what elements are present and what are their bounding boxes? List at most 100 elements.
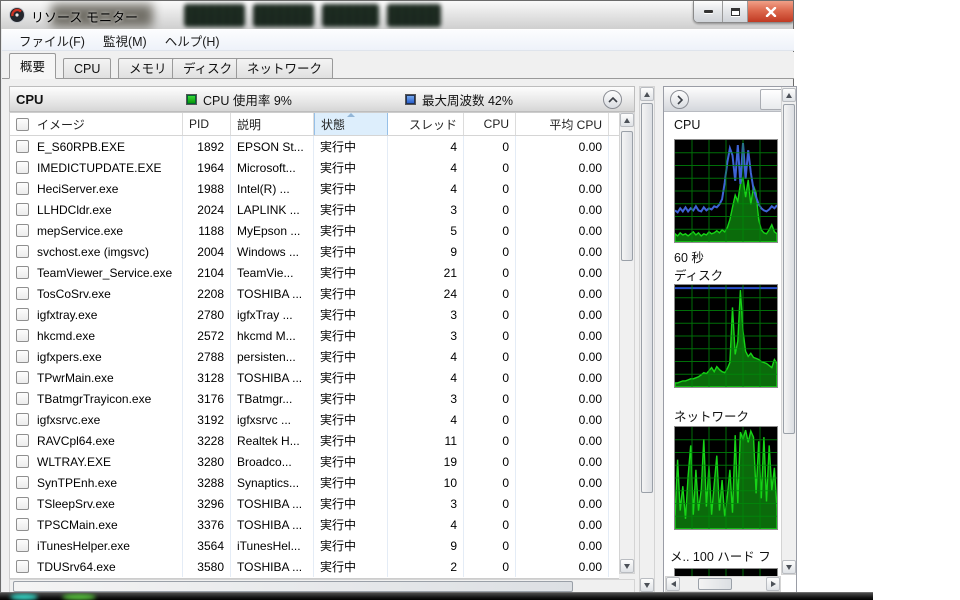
- table-row[interactable]: iTunesHelper.exe 3564 iTunesHel... 実行中 9…: [10, 535, 619, 556]
- row-checkbox[interactable]: [16, 203, 29, 216]
- cpu-section-header[interactable]: CPU CPU 使用率 9% 最大周波数 42%: [9, 86, 635, 112]
- table-row[interactable]: TPSCMain.exe 3376 TOSHIBA ... 実行中 4 0 0.…: [10, 514, 619, 535]
- taskbar-strip[interactable]: [0, 592, 873, 600]
- panel-horizontal-scrollbar[interactable]: [665, 576, 781, 592]
- row-checkbox[interactable]: [16, 245, 29, 258]
- cell-status: 実行中: [314, 430, 388, 451]
- cell-description: TOSHIBA ...: [231, 283, 314, 304]
- network-graph: [674, 426, 778, 530]
- cell-pid: 3564: [183, 535, 231, 556]
- table-row[interactable]: igfxsrvc.exe 3192 igfxsrvc ... 実行中 4 0 0…: [10, 409, 619, 430]
- collapse-section-button[interactable]: [603, 90, 622, 109]
- column-header-image[interactable]: イメージ: [10, 113, 183, 135]
- table-row[interactable]: TSleepSrv.exe 3296 TOSHIBA ... 実行中 3 0 0…: [10, 493, 619, 514]
- cell-status: 実行中: [314, 304, 388, 325]
- row-checkbox[interactable]: [16, 539, 29, 552]
- table-row[interactable]: IMEDICTUPDATE.EXE 1964 Microsoft... 実行中 …: [10, 157, 619, 178]
- scroll-up-button[interactable]: [640, 87, 654, 101]
- row-checkbox[interactable]: [16, 413, 29, 426]
- scrollbar-thumb[interactable]: [783, 104, 795, 434]
- row-checkbox[interactable]: [16, 476, 29, 489]
- cell-threads: 3: [388, 325, 464, 346]
- column-header-pid[interactable]: PID: [183, 113, 231, 135]
- process-name: SynTPEnh.exe: [37, 476, 117, 490]
- cell-description: EPSON St...: [231, 136, 314, 157]
- row-checkbox[interactable]: [16, 350, 29, 363]
- row-checkbox[interactable]: [16, 329, 29, 342]
- row-checkbox[interactable]: [16, 434, 29, 447]
- row-checkbox[interactable]: [16, 308, 29, 321]
- column-header-cpu[interactable]: CPU: [464, 113, 516, 135]
- cell-status: 実行中: [314, 241, 388, 262]
- row-checkbox[interactable]: [16, 287, 29, 300]
- overview-pane-scrollbar[interactable]: [639, 86, 655, 593]
- row-checkbox[interactable]: [16, 140, 29, 153]
- cell-description: Windows ...: [231, 241, 314, 262]
- tab-disk[interactable]: ディスク: [172, 58, 243, 79]
- table-row[interactable]: mepService.exe 1188 MyEpson ... 実行中 5 0 …: [10, 220, 619, 241]
- tab-memory[interactable]: メモリ: [118, 58, 178, 79]
- scrollbar-thumb[interactable]: [621, 131, 633, 261]
- row-checkbox[interactable]: [16, 224, 29, 237]
- row-checkbox[interactable]: [16, 371, 29, 384]
- table-row[interactable]: TPwrMain.exe 3128 TOSHIBA ... 実行中 4 0 0.…: [10, 367, 619, 388]
- table-row[interactable]: igfxtray.exe 2780 igfxTray ... 実行中 3 0 0…: [10, 304, 619, 325]
- menu-file[interactable]: ファイル(F): [10, 29, 94, 52]
- scroll-down-button[interactable]: [782, 560, 796, 574]
- cell-description: persisten...: [231, 346, 314, 367]
- scrollbar-thumb[interactable]: [698, 578, 732, 590]
- cell-description: TOSHIBA ...: [231, 514, 314, 535]
- select-all-checkbox[interactable]: [16, 118, 29, 131]
- row-checkbox[interactable]: [16, 455, 29, 468]
- scroll-down-button[interactable]: [620, 559, 634, 573]
- table-row[interactable]: TeamViewer_Service.exe 2104 TeamVie... 実…: [10, 262, 619, 283]
- column-header-avg-cpu[interactable]: 平均 CPU: [516, 113, 609, 135]
- scroll-down-button[interactable]: [640, 578, 654, 592]
- tab-overview[interactable]: 概要: [9, 53, 56, 79]
- table-row[interactable]: SynTPEnh.exe 3288 Synaptics... 実行中 10 0 …: [10, 472, 619, 493]
- process-name: mepService.exe: [37, 224, 123, 238]
- row-checkbox[interactable]: [16, 392, 29, 405]
- table-row[interactable]: TosCoSrv.exe 2208 TOSHIBA ... 実行中 24 0 0…: [10, 283, 619, 304]
- column-header-threads[interactable]: スレッド: [388, 113, 464, 135]
- scroll-right-button[interactable]: [766, 577, 780, 591]
- tab-cpu[interactable]: CPU: [63, 58, 111, 79]
- tab-network[interactable]: ネットワーク: [236, 58, 333, 79]
- row-checkbox[interactable]: [16, 161, 29, 174]
- row-checkbox[interactable]: [16, 266, 29, 279]
- scrollbar-thumb[interactable]: [641, 103, 653, 493]
- table-row[interactable]: RAVCpl64.exe 3228 Realtek H... 実行中 11 0 …: [10, 430, 619, 451]
- panel-vertical-scrollbar[interactable]: [781, 87, 797, 575]
- table-vertical-scrollbar[interactable]: [619, 112, 635, 574]
- table-row[interactable]: E_S60RPB.EXE 1892 EPSON St... 実行中 4 0 0.…: [10, 136, 619, 157]
- resource-monitor-window: リソース モニター ファイル(F) 監視(M) ヘルプ(H) 概要 CPU メモ…: [0, 0, 794, 600]
- scroll-up-button[interactable]: [782, 88, 796, 102]
- table-row[interactable]: LLHDCldr.exe 2024 LAPLINK ... 実行中 3 0 0.…: [10, 199, 619, 220]
- table-row[interactable]: svchost.exe (imgsvc) 2004 Windows ... 実行…: [10, 241, 619, 262]
- scroll-left-button[interactable]: [666, 577, 680, 591]
- row-checkbox[interactable]: [16, 560, 29, 573]
- scrollbar-thumb[interactable]: [13, 581, 573, 592]
- table-row[interactable]: igfxpers.exe 2788 persisten... 実行中 4 0 0…: [10, 346, 619, 367]
- row-checkbox[interactable]: [16, 182, 29, 195]
- scroll-up-button[interactable]: [620, 113, 634, 127]
- cell-threads: 11: [388, 430, 464, 451]
- close-button[interactable]: [748, 1, 793, 22]
- menu-help[interactable]: ヘルプ(H): [156, 29, 229, 52]
- table-row[interactable]: HeciServer.exe 1988 Intel(R) ... 実行中 4 0…: [10, 178, 619, 199]
- expand-panel-button[interactable]: [670, 90, 689, 109]
- column-header-description[interactable]: 説明: [231, 113, 314, 135]
- minimize-button[interactable]: [694, 1, 723, 22]
- column-header-status[interactable]: 状態: [314, 113, 388, 135]
- cell-description: hkcmd M...: [231, 325, 314, 346]
- table-row[interactable]: hkcmd.exe 2572 hkcmd M... 実行中 3 0 0.00: [10, 325, 619, 346]
- table-row[interactable]: TBatmgrTrayicon.exe 3176 TBatmgr... 実行中 …: [10, 388, 619, 409]
- menu-monitor[interactable]: 監視(M): [94, 29, 156, 52]
- cell-status: 実行中: [314, 199, 388, 220]
- row-checkbox[interactable]: [16, 497, 29, 510]
- titlebar[interactable]: リソース モニター: [1, 1, 793, 29]
- maximize-button[interactable]: [723, 1, 748, 22]
- table-row[interactable]: TDUSrv64.exe 3580 TOSHIBA ... 実行中 2 0 0.…: [10, 556, 619, 577]
- table-row[interactable]: WLTRAY.EXE 3280 Broadco... 実行中 19 0 0.00: [10, 451, 619, 472]
- row-checkbox[interactable]: [16, 518, 29, 531]
